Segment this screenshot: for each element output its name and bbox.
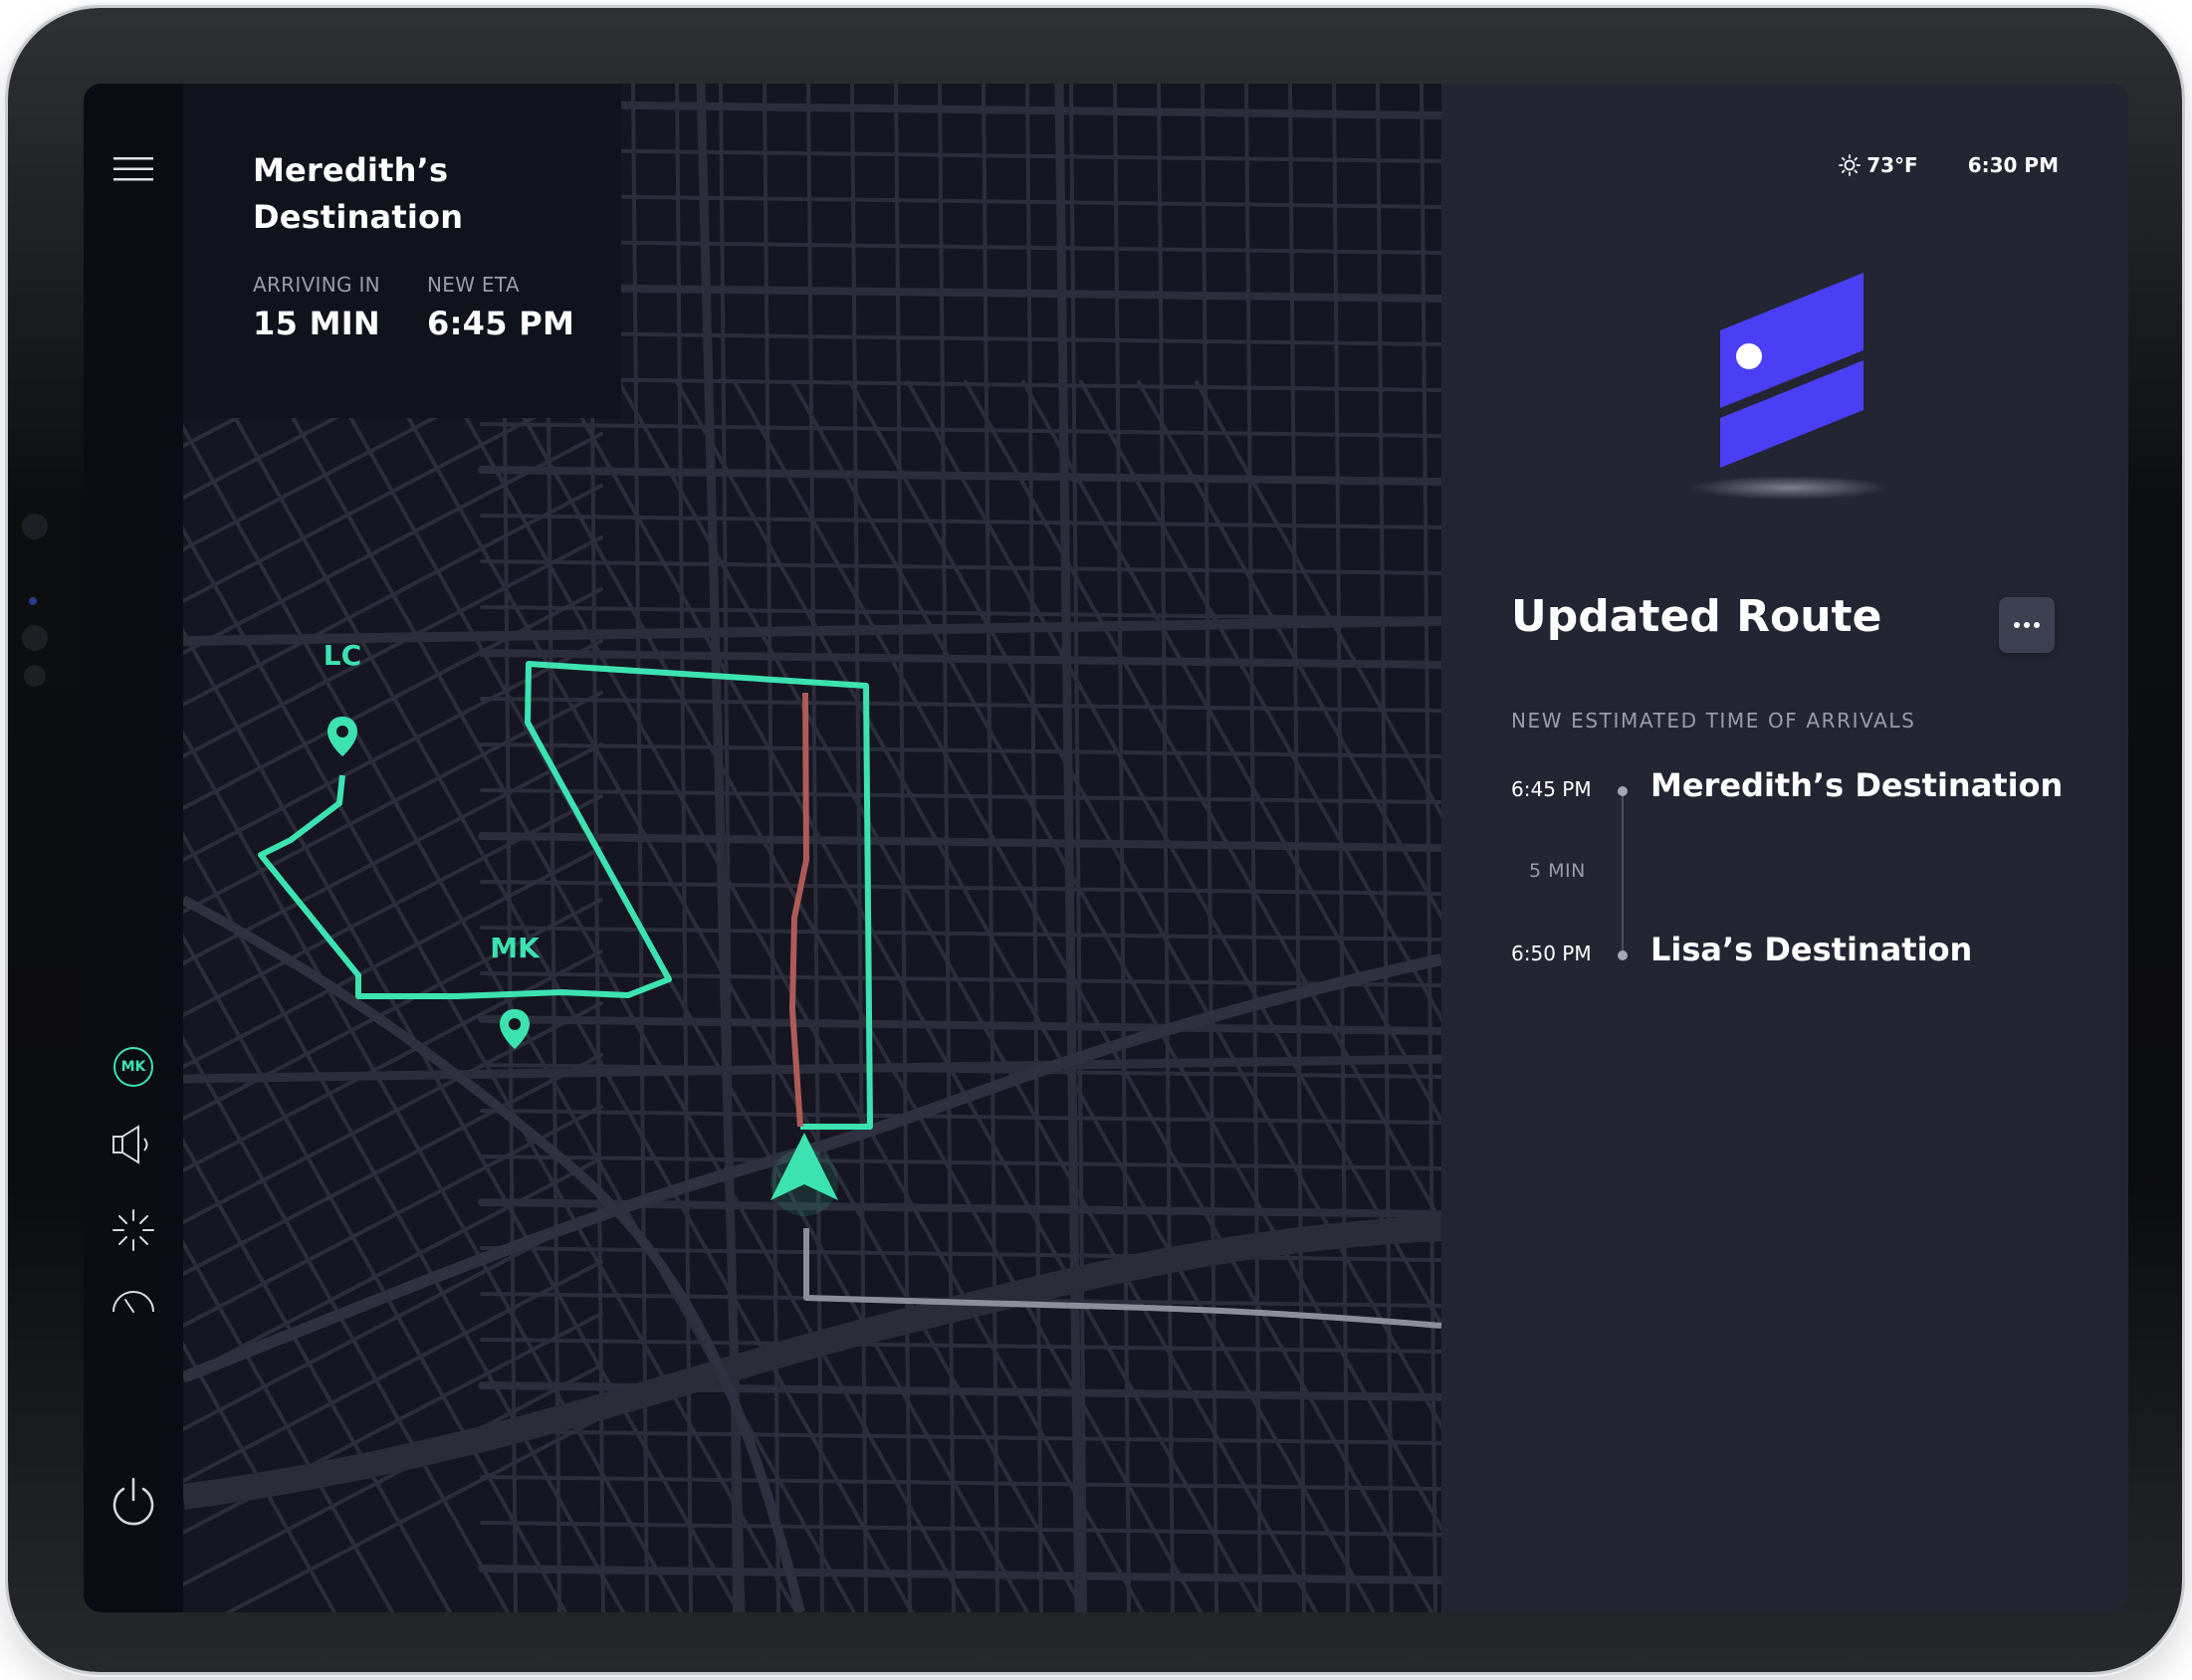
street bbox=[480, 514, 1441, 529]
destination-card: Meredith’s Destination ARRIVING IN 15 MI… bbox=[183, 84, 621, 418]
avatar: MK bbox=[113, 1047, 153, 1087]
street bbox=[1021, 380, 1441, 1125]
arriving-label: ARRIVING IN bbox=[253, 273, 380, 297]
street bbox=[480, 1521, 1441, 1537]
street bbox=[480, 239, 1441, 255]
stop-name[interactable]: Lisa’s Destination bbox=[1650, 931, 1972, 968]
pin-label-mk: MK bbox=[490, 932, 540, 964]
street bbox=[1195, 380, 1441, 819]
stop-gap: 5 MIN bbox=[1529, 860, 1586, 882]
stop-time: 6:45 PM bbox=[1511, 777, 1592, 801]
eta-label: NEW ETA bbox=[427, 273, 520, 297]
volume-button[interactable] bbox=[108, 1119, 159, 1170]
power-button[interactable] bbox=[108, 1475, 159, 1527]
more-dot-icon bbox=[2014, 622, 2020, 628]
street bbox=[480, 422, 1441, 438]
front-camera bbox=[29, 597, 37, 605]
side-rail: MK bbox=[84, 84, 183, 1612]
street bbox=[480, 1109, 1441, 1125]
stop-time: 6:50 PM bbox=[1511, 942, 1592, 965]
destination-title: Meredith’s Destination bbox=[253, 151, 464, 236]
street bbox=[806, 84, 824, 1612]
pin-label-lc: LC bbox=[323, 639, 362, 672]
street bbox=[478, 283, 1441, 303]
side-sensor bbox=[22, 514, 48, 539]
arriving-value: 15 MIN bbox=[253, 305, 381, 342]
eta-section-label: NEW ESTIMATED TIME OF ARRIVALS bbox=[1511, 709, 1916, 733]
street bbox=[850, 84, 868, 1612]
street bbox=[480, 1338, 1441, 1354]
street bbox=[1025, 84, 1043, 1612]
gauge-icon bbox=[112, 1291, 154, 1313]
street bbox=[982, 84, 999, 1612]
side-sensor bbox=[24, 665, 46, 687]
power-icon bbox=[112, 1477, 154, 1526]
street bbox=[480, 1429, 1441, 1445]
menu-button[interactable] bbox=[108, 143, 159, 195]
street bbox=[478, 100, 1441, 119]
brightness-icon bbox=[112, 1209, 154, 1251]
more-options-button[interactable] bbox=[1999, 597, 2055, 653]
tablet-frame: LC MK Meredith’s Destination ARRIVING IN… bbox=[8, 8, 2182, 1672]
status-bar: 73°F 6:30 PM bbox=[1839, 153, 2059, 177]
speaker-icon bbox=[112, 1125, 148, 1164]
route-panel: 73°F 6:30 PM Updated Route NEW ESTIMATED… bbox=[1441, 84, 2128, 1612]
eta-value: 6:45 PM bbox=[427, 305, 575, 342]
sun-icon bbox=[1839, 154, 1862, 176]
weather: 73°F bbox=[1839, 153, 1918, 177]
panel-title: Updated Route bbox=[1511, 591, 1882, 642]
street bbox=[480, 376, 1441, 392]
street bbox=[480, 193, 1441, 209]
brightness-button[interactable] bbox=[108, 1204, 159, 1256]
menu-icon bbox=[113, 157, 153, 181]
clock: 6:30 PM bbox=[1967, 153, 2059, 177]
screen: LC MK Meredith’s Destination ARRIVING IN… bbox=[84, 84, 2128, 1612]
stop-dot bbox=[1618, 950, 1628, 960]
stop-dot bbox=[1618, 786, 1628, 796]
speed-button[interactable] bbox=[108, 1274, 159, 1326]
pin-lc bbox=[328, 717, 357, 756]
street bbox=[480, 1155, 1441, 1170]
timeline-line bbox=[1622, 794, 1624, 955]
profile-button[interactable]: MK bbox=[108, 1041, 159, 1093]
street bbox=[480, 605, 1441, 621]
temperature: 73°F bbox=[1866, 153, 1918, 177]
side-sensor bbox=[22, 625, 48, 651]
street bbox=[480, 147, 1441, 163]
stop-name[interactable]: Meredith’s Destination bbox=[1650, 766, 2063, 804]
route-flag-icon bbox=[1690, 273, 1889, 500]
street bbox=[480, 330, 1441, 346]
